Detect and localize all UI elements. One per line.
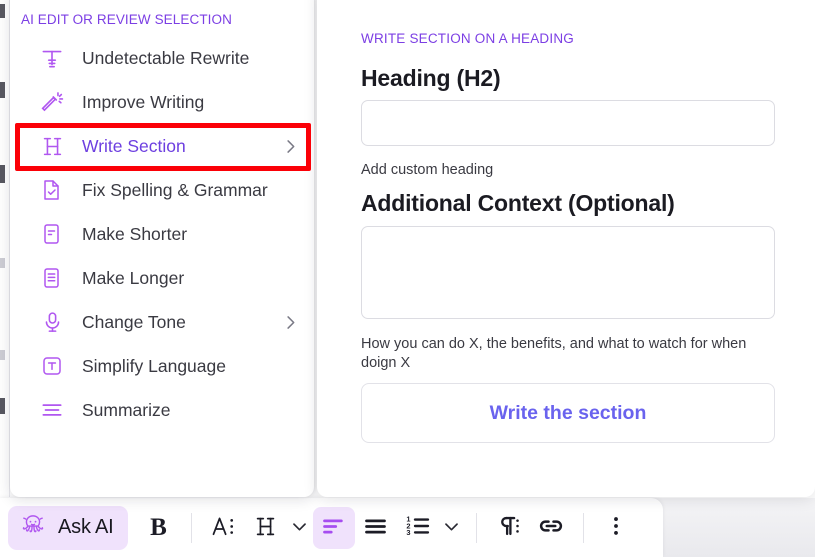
menu-item-improve-writing[interactable]: Improve Writing xyxy=(10,80,314,124)
heading-h-icon xyxy=(38,133,66,160)
chevron-down-icon xyxy=(290,517,309,539)
menu-item-label: Summarize xyxy=(82,399,171,420)
menu-item-make-shorter[interactable]: Make Shorter xyxy=(10,212,314,256)
menu-item-make-longer[interactable]: Make Longer xyxy=(10,256,314,300)
background-artifact xyxy=(0,350,5,360)
background-artifact xyxy=(0,4,5,18)
ai-edit-menu-panel: AI EDIT OR REVIEW SELECTION Undetectable… xyxy=(10,0,314,497)
menu-item-label: Make Longer xyxy=(82,267,185,288)
menu-item-label: Improve Writing xyxy=(82,91,205,112)
menu-item-change-tone[interactable]: Change Tone xyxy=(10,300,314,344)
document-check-icon xyxy=(38,178,66,202)
background-artifact xyxy=(0,165,5,183)
document-short-icon xyxy=(38,222,66,246)
menu-item-label: Change Tone xyxy=(82,311,186,332)
font-size-button[interactable] xyxy=(203,507,245,549)
ask-ai-label: Ask AI xyxy=(58,516,114,538)
ask-ai-button[interactable]: Ask AI xyxy=(8,505,128,550)
menu-header-label: AI EDIT OR REVIEW SELECTION xyxy=(21,12,232,27)
context-field-label: Additional Context (Optional) xyxy=(361,190,675,216)
octopus-icon xyxy=(18,511,48,544)
toolbar-separator xyxy=(582,512,584,543)
menu-item-list: Undetectable Rewrite Improve Writing Wri… xyxy=(10,36,314,432)
menu-item-label: Simplify Language xyxy=(82,355,226,376)
bold-button[interactable]: B xyxy=(138,507,180,549)
formatting-toolbar: Ask AI B 1 2 3 xyxy=(0,498,663,557)
menu-item-write-section[interactable]: Write Section xyxy=(10,124,314,168)
menu-item-fix-spelling-grammar[interactable]: Fix Spelling & Grammar xyxy=(10,168,314,212)
heading-helper-text: Add custom heading xyxy=(361,162,494,178)
letter-t-icon xyxy=(38,354,66,378)
text-rewrite-icon xyxy=(38,45,66,71)
menu-item-label: Undetectable Rewrite xyxy=(82,47,250,68)
background-artifact xyxy=(0,82,5,98)
menu-item-undetectable-rewrite[interactable]: Undetectable Rewrite xyxy=(10,36,314,80)
link-icon xyxy=(536,511,566,544)
write-the-section-button[interactable]: Write the section xyxy=(361,383,775,443)
bullet-list-icon xyxy=(362,513,389,543)
chevron-right-icon xyxy=(281,313,300,332)
additional-context-textarea[interactable] xyxy=(361,226,775,319)
insert-link-button[interactable] xyxy=(530,507,572,549)
more-options-button[interactable] xyxy=(595,507,637,549)
bold-label: B xyxy=(150,513,167,541)
menu-item-label: Fix Spelling & Grammar xyxy=(82,179,268,200)
toolbar-separator xyxy=(475,512,477,543)
app-root: AI EDIT OR REVIEW SELECTION Undetectable… xyxy=(0,0,815,557)
kebab-menu-icon xyxy=(603,513,629,542)
menu-item-label: Make Shorter xyxy=(82,223,188,244)
align-left-icon xyxy=(320,513,347,543)
list-dropdown-caret[interactable] xyxy=(439,507,465,549)
bullet-list-button[interactable] xyxy=(355,507,397,549)
heading-input[interactable] xyxy=(361,100,775,146)
numbered-list-button[interactable]: 1 2 3 xyxy=(397,507,439,549)
pilcrow-icon xyxy=(495,512,523,543)
context-helper-text: How you can do X, the benefits, and what… xyxy=(361,336,747,372)
summarize-lines-icon xyxy=(38,397,66,423)
align-left-button[interactable] xyxy=(312,506,355,549)
magic-wand-icon xyxy=(38,89,66,115)
background-artifact xyxy=(0,398,5,414)
microphone-icon xyxy=(38,310,66,335)
menu-item-simplify-language[interactable]: Simplify Language xyxy=(10,344,314,388)
menu-item-label: Write Section xyxy=(82,135,186,156)
heading-style-button[interactable] xyxy=(245,507,287,549)
toolbar-separator xyxy=(190,512,192,543)
write-section-form-panel: WRITE SECTION ON A HEADING Heading (H2) … xyxy=(317,0,815,497)
paragraph-style-button[interactable] xyxy=(488,507,530,549)
form-eyebrow-label: WRITE SECTION ON A HEADING xyxy=(361,31,574,46)
heading-h-icon xyxy=(252,513,279,543)
background-artifact xyxy=(0,258,5,268)
heading-field-label: Heading (H2) xyxy=(361,65,501,91)
chevron-down-icon xyxy=(442,517,461,539)
chevron-right-icon xyxy=(281,137,300,156)
heading-dropdown-caret[interactable] xyxy=(287,507,313,549)
font-size-icon xyxy=(210,512,238,543)
numbered-list-icon: 1 2 3 xyxy=(404,512,432,543)
menu-item-summarize[interactable]: Summarize xyxy=(10,388,314,432)
document-lines-icon xyxy=(38,266,66,290)
svg-text:3: 3 xyxy=(406,528,410,537)
